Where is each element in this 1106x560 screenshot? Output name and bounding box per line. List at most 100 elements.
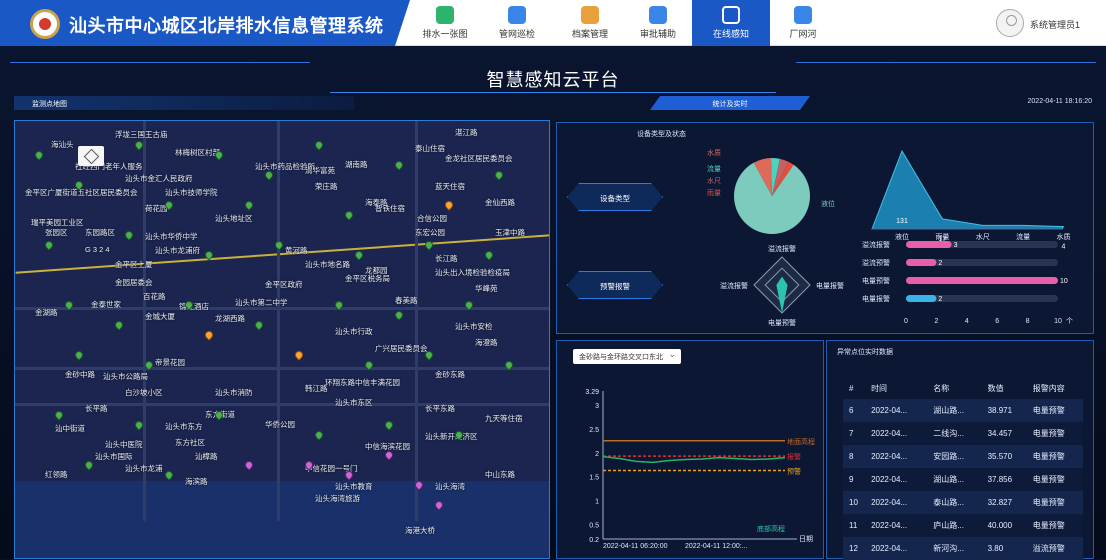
sea-area <box>15 481 549 558</box>
monitor-point-marker-icon[interactable] <box>393 309 405 321</box>
monitor-point-marker-icon[interactable] <box>113 319 125 331</box>
monitor-point-marker-icon[interactable] <box>203 329 215 341</box>
map-label: 浮垅三国王古庙 <box>115 130 168 139</box>
map-label: 汕头市安检 <box>455 322 493 331</box>
monitor-point-marker-icon[interactable] <box>293 349 305 361</box>
nav-label: 管网巡检 <box>498 29 535 39</box>
nav-map-search[interactable]: 排水一张图 <box>412 0 478 46</box>
map-label: 金仙西路 <box>485 198 515 207</box>
monitor-point-marker-icon[interactable] <box>393 159 405 171</box>
table-header: 名称 <box>933 383 950 393</box>
ref-line-label: 报警 <box>787 452 801 461</box>
stats-section-header[interactable]: 统计及实时 <box>650 96 810 110</box>
bar-value: 2 <box>938 296 942 303</box>
monitor-point-marker-icon[interactable] <box>443 199 455 211</box>
platform-title: 智慧感知云平台 <box>486 70 620 90</box>
monitor-point-marker-icon[interactable] <box>273 239 285 251</box>
table-header: 报警内容 <box>1032 383 1065 393</box>
nav-approve[interactable]: 审批辅助 <box>627 0 689 46</box>
monitor-point-marker-icon[interactable] <box>73 349 85 361</box>
monitor-point-marker-icon[interactable] <box>313 429 325 441</box>
map-search-icon <box>436 6 454 24</box>
monitor-point-marker-icon[interactable] <box>53 409 65 421</box>
area-value-label: 131 <box>896 218 908 225</box>
monitor-point-marker-icon[interactable] <box>33 149 45 161</box>
nav-label: 排水一张图 <box>422 29 468 39</box>
monitor-point-marker-icon[interactable] <box>163 469 175 481</box>
monitor-point-marker-icon[interactable] <box>83 459 95 471</box>
table-cell: 2022-04... <box>865 399 928 422</box>
monitoring-map[interactable]: 浮垅三国王古庙 湛江路 泰山住宿 金龙社区居民委员会 海汕头 林梅树区村部 湖南路 清华富苑社… <box>14 120 550 559</box>
map-label: 玉津中路 <box>495 228 525 237</box>
nav-inspect[interactable]: 管网巡检 <box>484 0 550 46</box>
monitor-point-marker-icon[interactable] <box>343 209 355 221</box>
map-label: 广兴居民委员会 <box>375 344 428 353</box>
map-label: 汕头市东区 <box>335 398 373 407</box>
map-label: 百花路 <box>143 292 166 301</box>
map-label: 黄河路 <box>285 246 308 255</box>
table-row[interactable]: 9 2022-04... 湖山路... 37.856 电量预警 <box>843 468 1083 491</box>
table-row[interactable]: 6 2022-04... 湖山路... 38.971 电量预警 <box>843 399 1083 422</box>
map-label: 长平路 <box>85 404 108 413</box>
map-label: 汕头海湾旅游 <box>315 494 360 503</box>
map-label: 韩江路 <box>305 384 328 393</box>
monitor-point-marker-icon[interactable] <box>313 139 325 151</box>
map-label: 华侨公园 <box>265 420 295 429</box>
archive-icon <box>581 6 599 24</box>
map-label: 汕樟路 <box>195 452 218 461</box>
bar-fill <box>906 241 952 248</box>
title-underline <box>330 92 776 93</box>
nav-sensor[interactable]: 在线感知 <box>692 0 770 46</box>
table-cell: 2022-04... <box>865 468 928 491</box>
monitor-point-marker-icon[interactable] <box>243 199 255 211</box>
table-row[interactable]: 8 2022-04... 安园路... 35.570 电量预警 <box>843 445 1083 468</box>
table-row[interactable]: 12 2022-04... 新河沟... 3.80 溢流预警 <box>843 537 1083 560</box>
layer-toggle-button[interactable] <box>78 146 104 166</box>
username: 系统管理员1 <box>1030 20 1081 30</box>
location-select[interactable]: 金砂路与金环路交叉口东北 <box>573 349 681 364</box>
pie-label: 液位 <box>821 199 835 208</box>
monitor-point-marker-icon[interactable] <box>483 249 495 261</box>
bar-label: 电量报警 <box>862 294 890 303</box>
table-row[interactable]: 10 2022-04... 泰山路... 32.827 电量预警 <box>843 491 1083 514</box>
map-label: 金城大厦 <box>145 312 175 321</box>
avatar-icon[interactable] <box>996 9 1024 37</box>
monitor-point-marker-icon[interactable] <box>423 239 435 251</box>
alarm-button[interactable]: 预警报警 <box>567 271 663 299</box>
nav-archive[interactable]: 档案管理 <box>554 0 626 46</box>
nav-label: 档案管理 <box>571 29 608 39</box>
map-label: 帝景花园 <box>155 358 185 367</box>
monitor-point-marker-icon[interactable] <box>353 249 365 261</box>
monitor-point-marker-icon[interactable] <box>493 169 505 181</box>
map-label: 汕头市金汇人民政府 <box>125 174 193 183</box>
bar-value: 10 <box>1060 278 1068 285</box>
monitor-point-marker-icon[interactable] <box>383 419 395 431</box>
map-label: 汕头市消防 <box>215 388 253 397</box>
bar-axis-tick: 2 <box>934 318 938 325</box>
table-row[interactable]: 7 2022-04... 二线沟... 34.457 电量预警 <box>843 422 1083 445</box>
monitor-point-marker-icon[interactable] <box>253 319 265 331</box>
y-tick-label: 0.5 <box>589 523 599 530</box>
user-menu[interactable]: 系统管理员1 <box>996 9 1096 37</box>
monitor-point-marker-icon[interactable] <box>123 229 135 241</box>
monitor-point-marker-icon[interactable] <box>43 239 55 251</box>
bar-label: 电量预警 <box>862 276 890 285</box>
radar-label-left: 溢流报警 <box>720 281 748 290</box>
header-deco-line-right <box>796 62 1096 63</box>
top-navigation-bar: 汕头市中心城区北岸排水信息管理系统 排水一张图 管网巡检 档案管理 审批辅助 在线感知 厂… <box>0 0 1106 46</box>
alarm-bar-chart: 溢流报警 3 溢流预警 2 电量预警 10 电量报警 2 0 2 4 6 8 10 个 <box>862 240 1073 325</box>
device-type-button[interactable]: 设备类型 <box>567 183 663 211</box>
map-label: 汕头市华侨中学 <box>145 232 198 241</box>
map-label: 中信丰满花园 <box>355 378 400 387</box>
table-row[interactable]: 11 2022-04... 庐山路... 40.000 电量预警 <box>843 514 1083 537</box>
map-label: 红领路 <box>45 470 68 479</box>
table-cell: 安园路... <box>927 445 982 468</box>
current-datetime: 2022-04-11 18:16:20 <box>1027 98 1092 105</box>
x-tick-label: 2022-04-11 06:20:00 <box>603 543 668 550</box>
monitor-point-marker-icon[interactable] <box>243 459 255 471</box>
nav-plant[interactable]: 厂网河 <box>770 0 836 46</box>
map-label: 白沙坡小区 <box>125 388 163 397</box>
map-label: 金砂中路 <box>65 370 95 379</box>
water-level-line-chart: 3.29 3 2.5 2 1.5 1 0.5 0.2 地面高程报警预警底部高程 2022-04-1… <box>585 389 815 550</box>
table-cell: 新河沟... <box>927 537 982 560</box>
